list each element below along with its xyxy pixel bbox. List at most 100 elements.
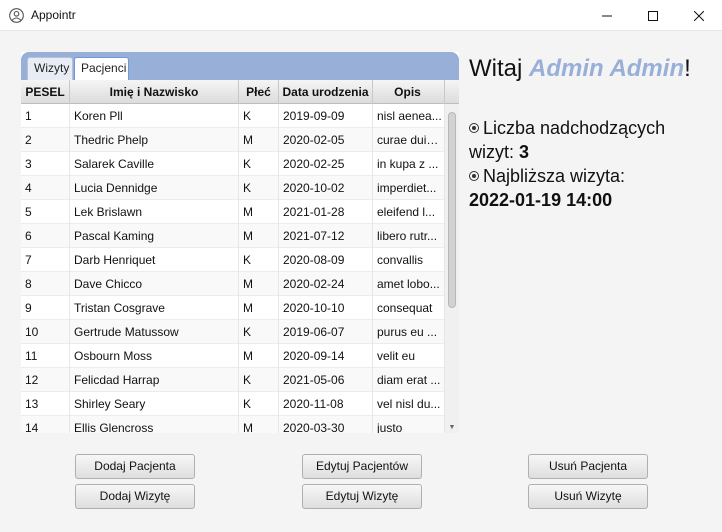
column-header-pesel[interactable]: PESEL bbox=[21, 80, 70, 104]
column-header-name[interactable]: Imię i Nazwisko bbox=[70, 80, 239, 104]
cell-pesel: 9 bbox=[21, 296, 70, 320]
add-visit-button[interactable]: Dodaj Wizytę bbox=[75, 484, 195, 509]
cell-pesel: 7 bbox=[21, 248, 70, 272]
app-user-icon bbox=[9, 8, 24, 23]
scrollbar-thumb[interactable] bbox=[448, 112, 456, 308]
table-row[interactable]: 13 Shirley Seary K 2020-11-08 vel nisl du... bbox=[21, 392, 445, 416]
cell-sex: M bbox=[239, 344, 279, 368]
tab-pane: Wizyty Pacjenci PESEL Imię i Nazwisko Pł… bbox=[21, 52, 459, 433]
table-row[interactable]: 9 Tristan Cosgrave M 2020-10-10 consequat bbox=[21, 296, 445, 320]
table-row[interactable]: 7 Darb Henriquet K 2020-08-09 convallis bbox=[21, 248, 445, 272]
cell-description: vel nisl du... bbox=[373, 392, 445, 416]
cell-sex: K bbox=[239, 320, 279, 344]
cell-description: justo bbox=[373, 416, 445, 433]
cell-sex: K bbox=[239, 152, 279, 176]
cell-pesel: 11 bbox=[21, 344, 70, 368]
cell-birthdate: 2020-11-08 bbox=[279, 392, 373, 416]
cell-name: Osbourn Moss bbox=[70, 344, 239, 368]
edit-patients-button[interactable]: Edytuj Pacjentów bbox=[302, 454, 422, 479]
cell-pesel: 1 bbox=[21, 104, 70, 128]
column-header-birthdate[interactable]: Data urodzenia bbox=[279, 80, 373, 104]
table-row[interactable]: 14 Ellis Glencross M 2020-03-30 justo bbox=[21, 416, 445, 433]
cell-birthdate: 2020-10-10 bbox=[279, 296, 373, 320]
cell-name: Gertrude Matussow bbox=[70, 320, 239, 344]
cell-sex: K bbox=[239, 176, 279, 200]
minimize-icon bbox=[602, 15, 612, 16]
welcome-prefix: Witaj bbox=[469, 55, 529, 82]
cell-sex: M bbox=[239, 416, 279, 433]
cell-description: imperdiet... bbox=[373, 176, 445, 200]
cell-sex: K bbox=[239, 104, 279, 128]
cell-description: libero rutr... bbox=[373, 224, 445, 248]
cell-sex: M bbox=[239, 272, 279, 296]
cell-name: Ellis Glencross bbox=[70, 416, 239, 433]
cell-description: velit eu bbox=[373, 344, 445, 368]
cell-sex: K bbox=[239, 248, 279, 272]
table-scrollbar[interactable]: ▼ bbox=[445, 104, 459, 433]
cell-name: Pascal Kaming bbox=[70, 224, 239, 248]
tab-wizyty[interactable]: Wizyty bbox=[27, 57, 73, 80]
table-row[interactable]: 2 Thedric Phelp M 2020-02-05 curae duis... bbox=[21, 128, 445, 152]
cell-birthdate: 2020-09-14 bbox=[279, 344, 373, 368]
cell-description: in kupa z ... bbox=[373, 152, 445, 176]
cell-description: convallis bbox=[373, 248, 445, 272]
table-row[interactable]: 12 Felicdad Harrap K 2021-05-06 diam erat ..… bbox=[21, 368, 445, 392]
add-patient-button[interactable]: Dodaj Pacjenta bbox=[75, 454, 195, 479]
close-button[interactable] bbox=[676, 0, 722, 31]
cell-name: Thedric Phelp bbox=[70, 128, 239, 152]
cell-pesel: 3 bbox=[21, 152, 70, 176]
patients-table: PESEL Imię i Nazwisko Płeć Data urodzeni… bbox=[21, 80, 459, 433]
cell-name: Salarek Caville bbox=[70, 152, 239, 176]
cell-pesel: 8 bbox=[21, 272, 70, 296]
close-icon bbox=[694, 10, 704, 21]
cell-sex: K bbox=[239, 392, 279, 416]
cell-pesel: 4 bbox=[21, 176, 70, 200]
cell-description: consequat bbox=[373, 296, 445, 320]
upcoming-visits-value: 3 bbox=[519, 142, 530, 162]
cell-birthdate: 2021-07-12 bbox=[279, 224, 373, 248]
cell-sex: M bbox=[239, 224, 279, 248]
cell-sex: M bbox=[239, 296, 279, 320]
cell-name: Darb Henriquet bbox=[70, 248, 239, 272]
cell-description: nisl aenea... bbox=[373, 104, 445, 128]
cell-description: purus eu ... bbox=[373, 320, 445, 344]
tab-pacjenci[interactable]: Pacjenci bbox=[74, 57, 129, 80]
table-header-corner bbox=[445, 80, 459, 104]
delete-visit-button[interactable]: Usuń Wizytę bbox=[528, 484, 648, 509]
cell-pesel: 5 bbox=[21, 200, 70, 224]
cell-birthdate: 2021-05-06 bbox=[279, 368, 373, 392]
edit-visit-button[interactable]: Edytuj Wizytę bbox=[302, 484, 422, 509]
table-row[interactable]: 5 Lek Brislawn M 2021-01-28 eleifend l... bbox=[21, 200, 445, 224]
cell-name: Lucia Dennidge bbox=[70, 176, 239, 200]
table-row[interactable]: 11 Osbourn Moss M 2020-09-14 velit eu bbox=[21, 344, 445, 368]
delete-patient-button[interactable]: Usuń Pacjenta bbox=[528, 454, 648, 479]
table-row[interactable]: 8 Dave Chicco M 2020-02-24 amet lobo... bbox=[21, 272, 445, 296]
column-header-sex[interactable]: Płeć bbox=[239, 80, 279, 104]
cell-pesel: 14 bbox=[21, 416, 70, 433]
cell-description: curae duis... bbox=[373, 128, 445, 152]
next-visit-label-text: Najbliższa wizyta: bbox=[483, 166, 626, 186]
tab-header: Wizyty Pacjenci bbox=[21, 52, 459, 80]
welcome-heading: Witaj Admin Admin! bbox=[469, 55, 691, 83]
table-row[interactable]: 6 Pascal Kaming M 2021-07-12 libero rutr... bbox=[21, 224, 445, 248]
cell-description: diam erat ... bbox=[373, 368, 445, 392]
scroll-down-icon[interactable]: ▼ bbox=[448, 424, 456, 431]
cell-birthdate: 2019-06-07 bbox=[279, 320, 373, 344]
cell-birthdate: 2021-01-28 bbox=[279, 200, 373, 224]
cell-birthdate: 2020-10-02 bbox=[279, 176, 373, 200]
cell-birthdate: 2020-08-09 bbox=[279, 248, 373, 272]
minimize-button[interactable] bbox=[584, 0, 630, 31]
table-row[interactable]: 1 Koren Pll K 2019-09-09 nisl aenea... bbox=[21, 104, 445, 128]
table-row[interactable]: 10 Gertrude Matussow K 2019-06-07 purus eu .… bbox=[21, 320, 445, 344]
cell-name: Felicdad Harrap bbox=[70, 368, 239, 392]
table-row[interactable]: 3 Salarek Caville K 2020-02-25 in kupa z ... bbox=[21, 152, 445, 176]
next-visit-label: Najbliższa wizyta: bbox=[469, 166, 625, 187]
maximize-button[interactable] bbox=[630, 0, 676, 31]
table-header: PESEL Imię i Nazwisko Płeć Data urodzeni… bbox=[21, 80, 445, 104]
cell-birthdate: 2020-03-30 bbox=[279, 416, 373, 433]
upcoming-visits-label: Liczba nadchodzących bbox=[469, 118, 665, 139]
column-header-description[interactable]: Opis bbox=[373, 80, 445, 104]
table-row[interactable]: 4 Lucia Dennidge K 2020-10-02 imperdiet... bbox=[21, 176, 445, 200]
cell-name: Koren Pll bbox=[70, 104, 239, 128]
cell-sex: M bbox=[239, 200, 279, 224]
